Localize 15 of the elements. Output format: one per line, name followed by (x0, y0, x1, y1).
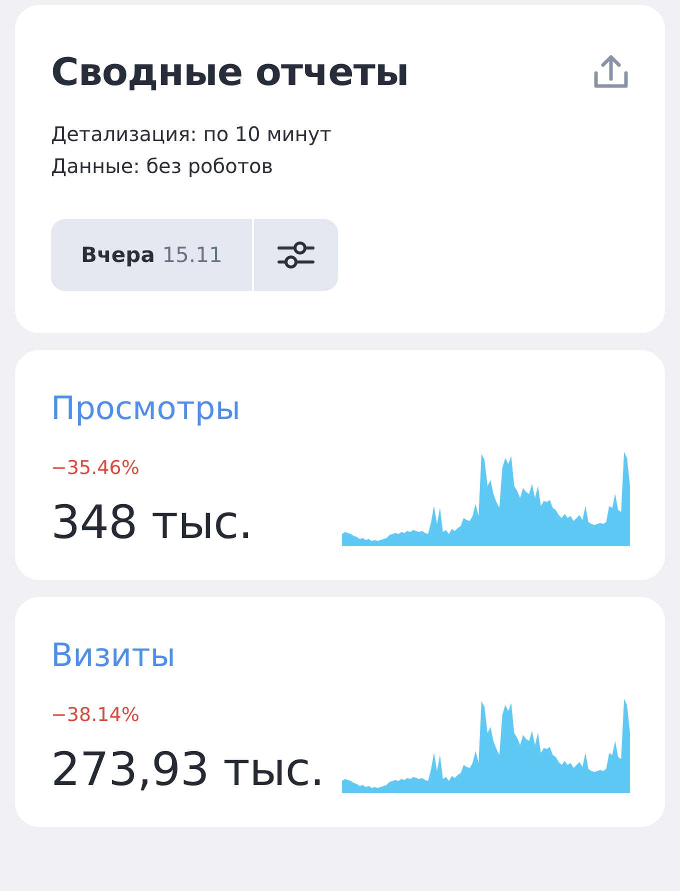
metric-title: Визиты (51, 635, 176, 675)
report-detail: Детализация: по 10 минут (51, 121, 332, 148)
metric-change: −35.46% (51, 456, 140, 480)
sliders-icon (277, 239, 316, 271)
metric-title: Просмотры (51, 388, 242, 428)
metric-value: 273,93 тыс. (51, 741, 324, 797)
upload-icon (593, 55, 629, 89)
period-button[interactable]: Вчера 15.11 (51, 219, 252, 291)
page-title: Сводные отчеты (51, 49, 409, 95)
metric-change: −38.14% (51, 703, 140, 727)
metric-card[interactable]: Визиты −38.14% 273,93 тыс. (15, 597, 665, 827)
report-detail: Данные: без роботов (51, 153, 274, 180)
filter-button[interactable] (254, 219, 338, 291)
metric-value: 348 тыс. (51, 494, 252, 550)
metric-card[interactable]: Просмотры −35.46% 348 тыс. (15, 350, 665, 580)
